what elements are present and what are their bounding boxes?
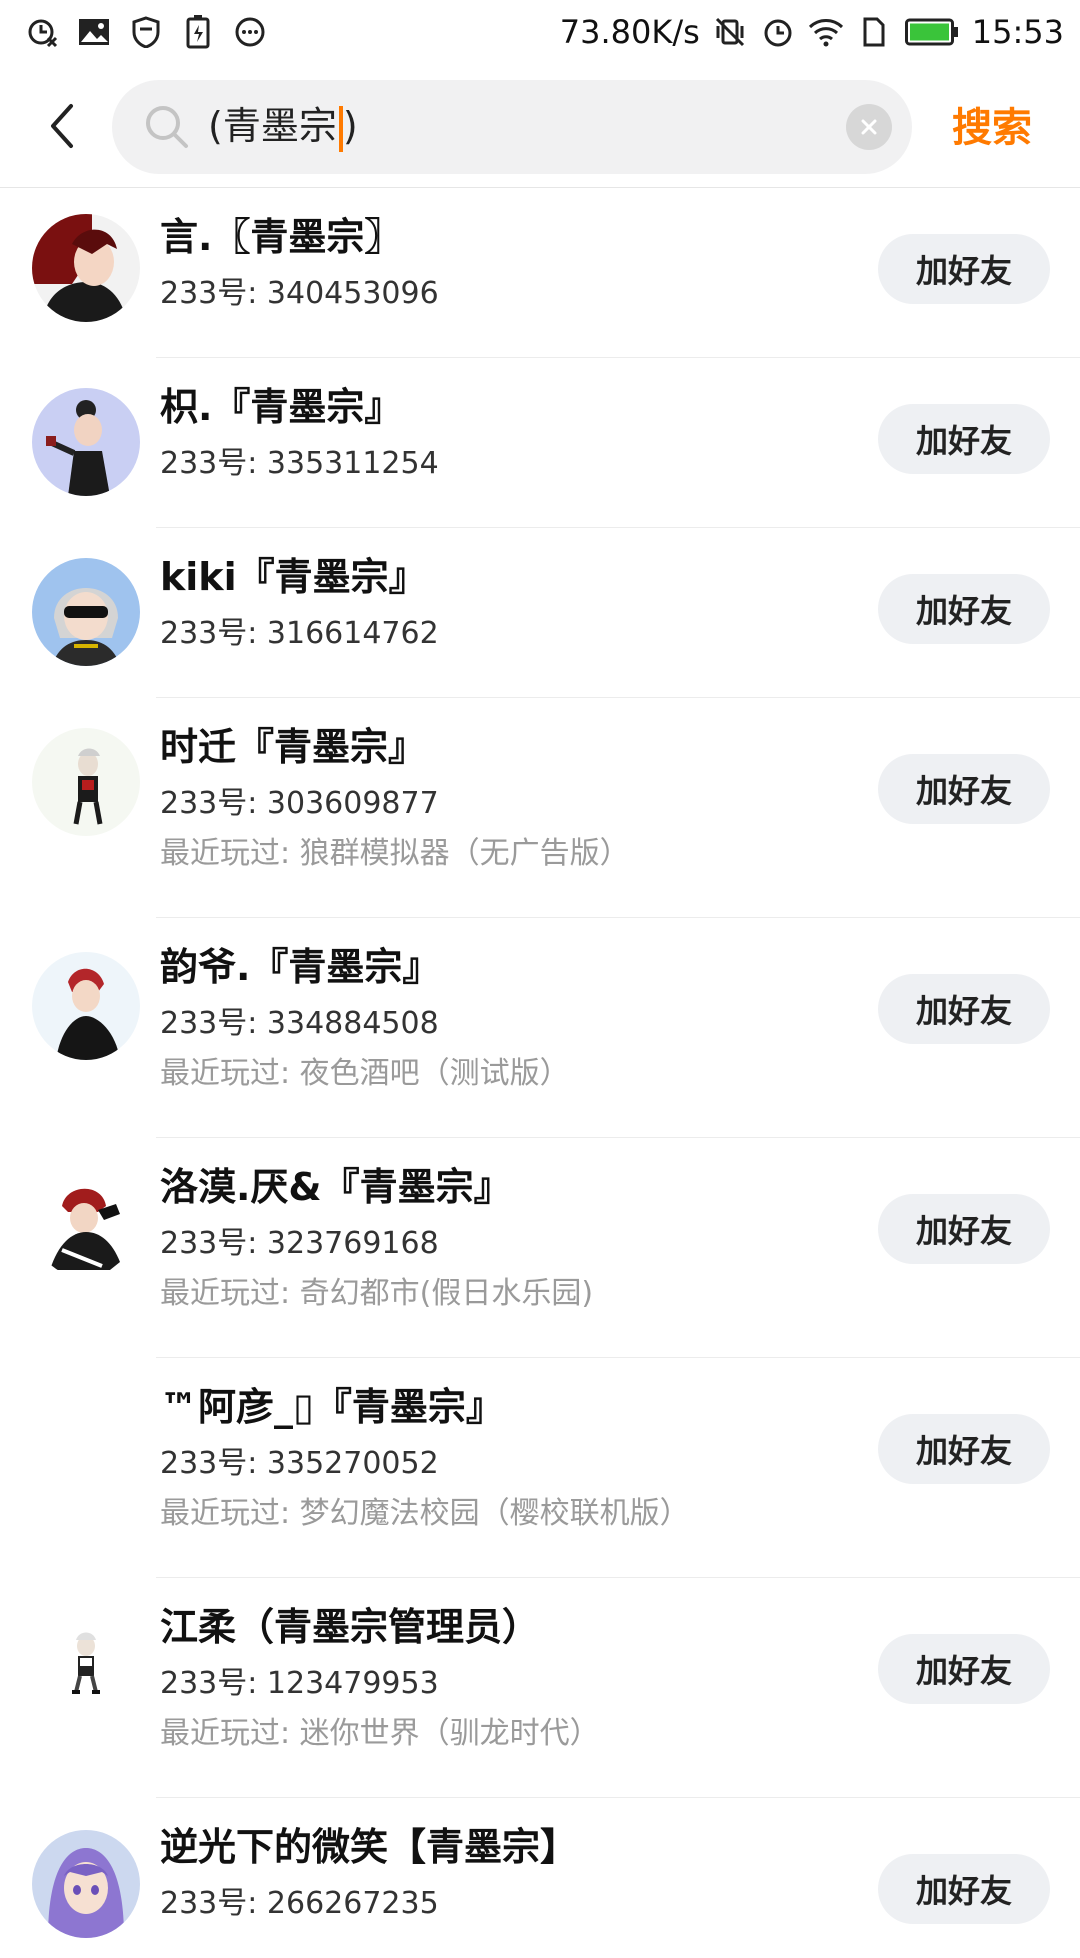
- search-query[interactable]: (青墨宗): [208, 96, 358, 156]
- user-id: 233号: 340453096: [160, 276, 439, 311]
- user-id: 233号: 335270052: [160, 1446, 439, 1481]
- more-dots-icon: [232, 14, 268, 50]
- user-id: 233号: 123479953: [160, 1666, 439, 1701]
- avatar[interactable]: [32, 214, 140, 322]
- back-button[interactable]: [30, 90, 94, 162]
- user-info: 洛漠.厌&『青墨宗』 233号: 323769168 最近玩过: 奇幻都市(假日…: [160, 1162, 593, 1314]
- add-friend-button[interactable]: 加好友: [878, 1194, 1050, 1264]
- add-friend-button[interactable]: 加好友: [878, 234, 1050, 304]
- avatar[interactable]: [32, 952, 140, 1060]
- avatar[interactable]: [32, 1830, 140, 1938]
- battery-saver-icon: [180, 14, 216, 50]
- user-name: ™阿彦_▯『青墨宗』: [160, 1385, 504, 1429]
- user-id: 233号: 335311254: [160, 446, 439, 481]
- search-header: (青墨宗) 搜索: [0, 64, 1080, 188]
- recently-played: 最近玩过: 梦幻魔法校园（樱校联机版）: [160, 1496, 690, 1531]
- user-info: 枳.『青墨宗』 233号: 335311254: [160, 382, 439, 484]
- user-info: kiki『青墨宗』 233号: 316614762: [160, 552, 439, 654]
- shield-icon: [128, 14, 164, 50]
- status-bar: 73.80K/s 15:53: [0, 0, 1080, 64]
- list-item[interactable]: 江柔（青墨宗管理员） 233号: 123479953 最近玩过: 迷你世界（驯龙…: [0, 1578, 1080, 1798]
- add-friend-button[interactable]: 加好友: [878, 404, 1050, 474]
- alarm-off-icon: [24, 14, 60, 50]
- list-item[interactable]: 韵爷.『青墨宗』 233号: 334884508 最近玩过: 夜色酒吧（测试版）…: [0, 918, 1080, 1138]
- user-name: 时迁『青墨宗』: [160, 725, 427, 769]
- list-item[interactable]: 时迁『青墨宗』 233号: 303609877 最近玩过: 狼群模拟器（无广告版…: [0, 698, 1080, 918]
- user-name: 言.〖青墨宗〗: [160, 215, 403, 259]
- avatar[interactable]: [32, 728, 140, 836]
- vibrate-off-icon: [712, 14, 748, 50]
- add-friend-button[interactable]: 加好友: [878, 1414, 1050, 1484]
- user-info: 时迁『青墨宗』 233号: 303609877 最近玩过: 狼群模拟器（无广告版…: [160, 722, 630, 874]
- close-icon: [861, 119, 877, 135]
- user-name: kiki『青墨宗』: [160, 555, 427, 599]
- avatar[interactable]: [32, 1612, 140, 1720]
- list-item[interactable]: kiki『青墨宗』 233号: 316614762 加好友: [0, 528, 1080, 698]
- avatar[interactable]: [32, 1170, 140, 1278]
- battery-icon: [904, 14, 960, 50]
- wifi-icon: [808, 14, 844, 50]
- clear-search-button[interactable]: [846, 104, 892, 150]
- sim-icon: [856, 14, 892, 50]
- chevron-left-icon: [51, 104, 73, 148]
- add-friend-button[interactable]: 加好友: [878, 1854, 1050, 1924]
- add-friend-button[interactable]: 加好友: [878, 574, 1050, 644]
- recently-played: 最近玩过: 狼群模拟器（无广告版）: [160, 836, 630, 871]
- status-left-icons: [24, 14, 268, 50]
- user-info: 江柔（青墨宗管理员） 233号: 123479953 最近玩过: 迷你世界（驯龙…: [160, 1602, 600, 1754]
- list-item[interactable]: 枳.『青墨宗』 233号: 335311254 加好友: [0, 358, 1080, 528]
- user-id: 233号: 303609877: [160, 786, 439, 821]
- search-submit-button[interactable]: 搜索: [952, 98, 1032, 158]
- user-info: 言.〖青墨宗〗 233号: 340453096: [160, 212, 439, 314]
- search-query-tail: ): [342, 104, 358, 148]
- recently-played: 最近玩过: 夜色酒吧（测试版）: [160, 1056, 570, 1091]
- clock: 15:53: [971, 13, 1064, 51]
- search-icon: [142, 102, 192, 152]
- user-id: 233号: 266267235: [160, 1886, 439, 1921]
- search-query-text: (青墨宗: [208, 104, 337, 148]
- avatar[interactable]: [32, 558, 140, 666]
- recently-played: 最近玩过: 迷你世界（驯龙时代）: [160, 1716, 600, 1751]
- status-right: 73.80K/s 15:53: [560, 13, 1064, 51]
- avatar[interactable]: [32, 388, 140, 496]
- user-info: ™阿彦_▯『青墨宗』 233号: 335270052 最近玩过: 梦幻魔法校园（…: [160, 1382, 690, 1534]
- user-name: 洛漠.厌&『青墨宗』: [160, 1165, 512, 1209]
- add-friend-button[interactable]: 加好友: [878, 974, 1050, 1044]
- list-item[interactable]: 言.〖青墨宗〗 233号: 340453096 加好友: [0, 188, 1080, 358]
- alarm-icon: [760, 14, 796, 50]
- search-results-list: 言.〖青墨宗〗 233号: 340453096 加好友 枳.『青墨宗』 233号…: [0, 188, 1080, 1958]
- search-input[interactable]: (青墨宗): [112, 80, 912, 174]
- user-id: 233号: 316614762: [160, 616, 439, 651]
- list-item[interactable]: 洛漠.厌&『青墨宗』 233号: 323769168 最近玩过: 奇幻都市(假日…: [0, 1138, 1080, 1358]
- list-item[interactable]: ™阿彦_▯『青墨宗』 233号: 335270052 最近玩过: 梦幻魔法校园（…: [0, 1358, 1080, 1578]
- user-info: 逆光下的微笑【青墨宗】 233号: 266267235: [160, 1822, 578, 1924]
- user-name: 逆光下的微笑【青墨宗】: [160, 1825, 579, 1869]
- user-name: 江柔（青墨宗管理员）: [160, 1605, 541, 1649]
- network-speed: 73.80K/s: [559, 13, 700, 51]
- user-id: 233号: 323769168: [160, 1226, 439, 1261]
- add-friend-button[interactable]: 加好友: [878, 1634, 1050, 1704]
- image-icon: [76, 14, 112, 50]
- user-info: 韵爷.『青墨宗』 233号: 334884508 最近玩过: 夜色酒吧（测试版）: [160, 942, 570, 1094]
- add-friend-button[interactable]: 加好友: [878, 754, 1050, 824]
- list-item[interactable]: 逆光下的微笑【青墨宗】 233号: 266267235 加好友: [0, 1798, 1080, 1958]
- user-id: 233号: 334884508: [160, 1006, 439, 1041]
- user-name: 枳.『青墨宗』: [160, 385, 403, 429]
- recently-played: 最近玩过: 奇幻都市(假日水乐园): [160, 1276, 594, 1311]
- user-name: 韵爷.『青墨宗』: [160, 945, 441, 989]
